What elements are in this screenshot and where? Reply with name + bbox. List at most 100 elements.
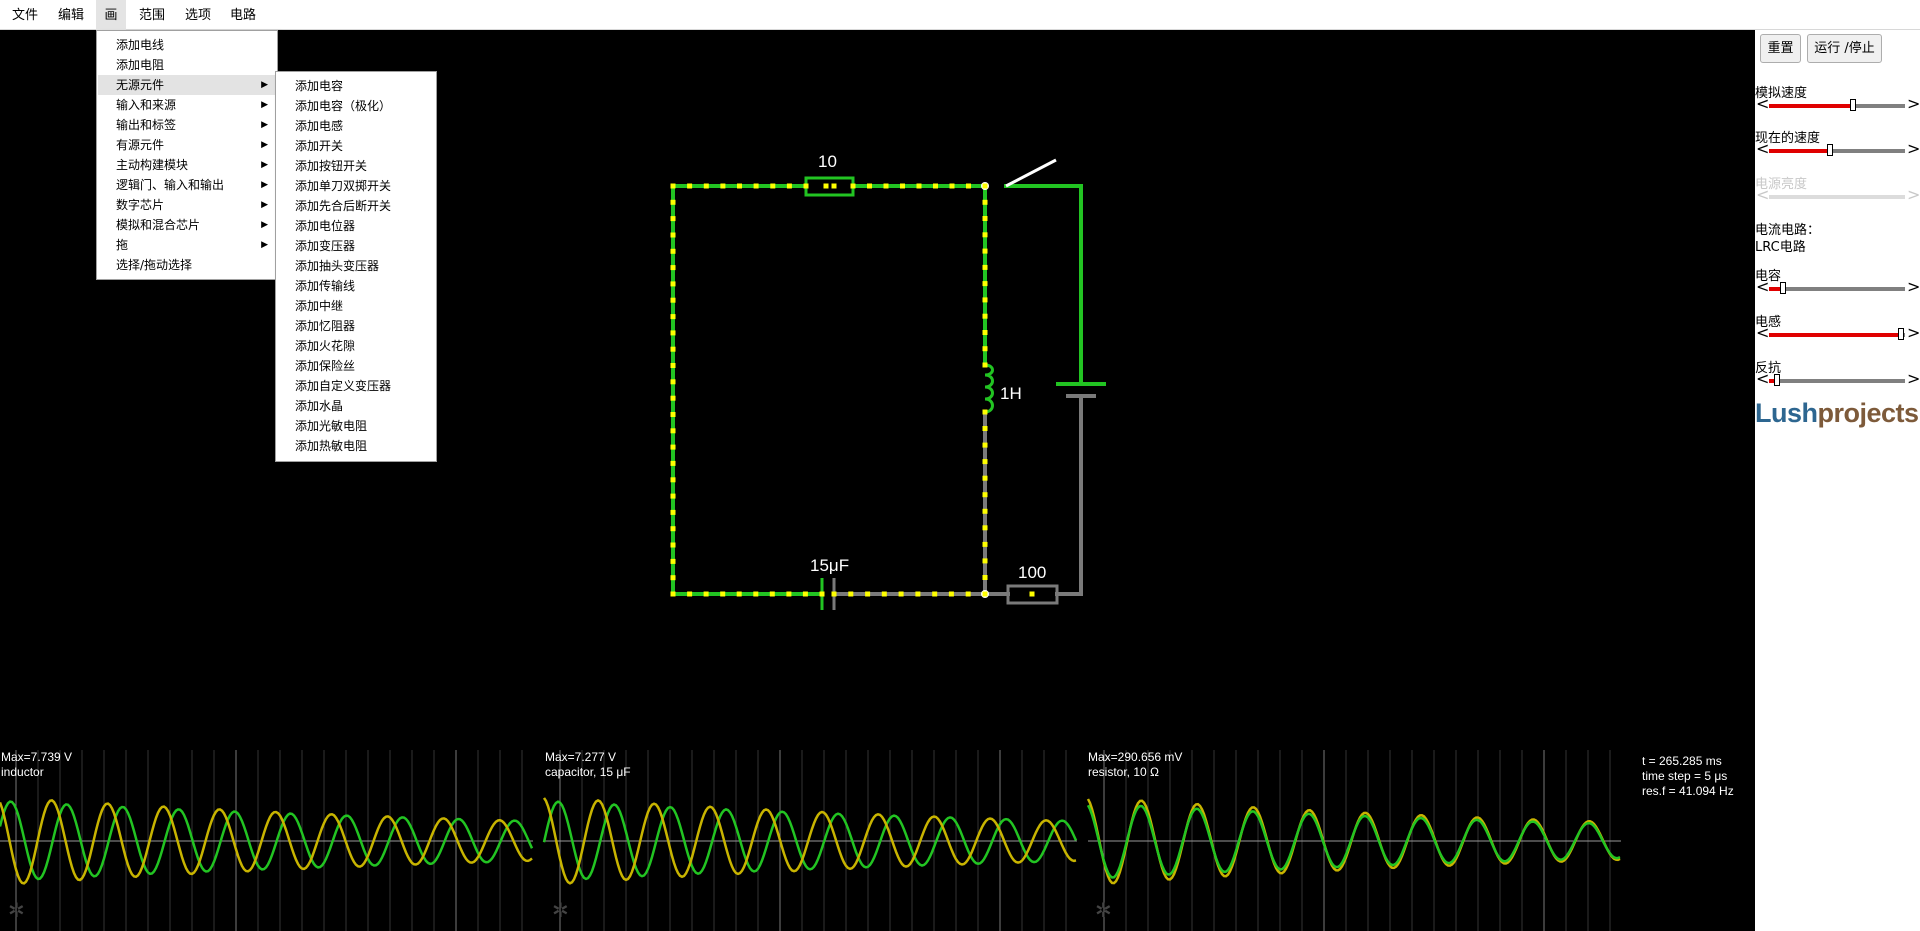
menu-draw[interactable]: 画 bbox=[96, 0, 126, 30]
passive-menu-item[interactable]: 添加忆阻器 bbox=[277, 316, 435, 336]
draw-menu-item[interactable]: 数字芯片 ▶ bbox=[98, 195, 276, 215]
scope-3-name: resistor, 10 Ω bbox=[1088, 765, 1159, 779]
slider-right-arrow-icon[interactable]: > bbox=[1907, 370, 1920, 388]
draw-menu-item-label: 输入和来源 bbox=[116, 98, 177, 112]
slider-left-arrow-icon[interactable]: < bbox=[1756, 140, 1769, 158]
passive-menu-item[interactable]: 添加自定义变压器 bbox=[277, 376, 435, 396]
scope-2-gear-icon[interactable]: ✲ bbox=[552, 900, 569, 920]
current-dot bbox=[982, 362, 988, 368]
current-dot bbox=[687, 183, 693, 189]
passive-menu-item[interactable]: 添加开关 bbox=[277, 136, 435, 156]
passive-menu-item[interactable]: 添加先合后断开关 bbox=[277, 196, 435, 216]
current-dot bbox=[753, 591, 759, 597]
menu-edit[interactable]: 编辑 bbox=[52, 0, 90, 30]
inductance-slider[interactable]: < > bbox=[1755, 324, 1920, 343]
current-dot bbox=[982, 492, 988, 498]
draw-menu-item[interactable]: 逻辑门、输入和输出 ▶ bbox=[98, 175, 276, 195]
slider-thumb[interactable] bbox=[1850, 99, 1856, 111]
slider-track bbox=[1769, 379, 1905, 383]
slider-left-arrow-icon[interactable]: < bbox=[1756, 278, 1769, 296]
passive-menu-item[interactable]: 添加按钮开关 bbox=[277, 156, 435, 176]
menu-options[interactable]: 选项 bbox=[179, 0, 217, 30]
sim-speed-slider[interactable]: < > bbox=[1755, 95, 1920, 114]
passive-menu-item[interactable]: 添加抽头变压器 bbox=[277, 256, 435, 276]
inductor-coil[interactable] bbox=[984, 363, 994, 414]
passive-menu-item[interactable]: 添加变压器 bbox=[277, 236, 435, 256]
current-dot bbox=[865, 591, 871, 597]
draw-menu: 添加电线 添加电阻 无源元件 ▶ 输入和来源 ▶ 输出和标签 ▶ 有源元件 ▶ 主动构建模块 ▶ 逻辑门… bbox=[96, 30, 278, 280]
current-dot bbox=[670, 363, 676, 368]
draw-menu-item[interactable]: 拖 ▶ bbox=[98, 235, 276, 255]
draw-menu-item[interactable]: 模拟和混合芯片 ▶ bbox=[98, 215, 276, 235]
current-dot bbox=[1029, 591, 1035, 597]
draw-menu-item-label: 选择/拖动选择 bbox=[116, 258, 193, 272]
slider-thumb[interactable] bbox=[1780, 282, 1786, 294]
draw-menu-item-label: 输出和标签 bbox=[116, 118, 177, 132]
menu-file[interactable]: 文件 bbox=[6, 0, 44, 30]
passive-menu-item[interactable]: 添加单刀双掷开关 bbox=[277, 176, 435, 196]
current-dot bbox=[803, 183, 809, 189]
run-stop-button[interactable]: 运行 /停止 bbox=[1807, 34, 1882, 63]
slider-right-arrow-icon[interactable]: > bbox=[1907, 278, 1920, 296]
switch-blade[interactable] bbox=[1005, 158, 1057, 188]
capacitance-slider[interactable]: < > bbox=[1755, 278, 1920, 297]
passive-menu-item[interactable]: 添加热敏电阻 bbox=[277, 436, 435, 456]
passive-menu-item[interactable]: 添加传输线 bbox=[277, 276, 435, 296]
passive-menu-item[interactable]: 添加中继 bbox=[277, 296, 435, 316]
current-dot bbox=[670, 460, 676, 466]
submenu-arrow-icon: ▶ bbox=[261, 80, 268, 90]
current-dot bbox=[670, 395, 676, 401]
draw-menu-item[interactable]: 输入和来源 ▶ bbox=[98, 95, 276, 115]
passive-menu-item[interactable]: 添加保险丝 bbox=[277, 356, 435, 376]
slider-thumb[interactable] bbox=[1827, 144, 1833, 156]
slider-left-arrow-icon[interactable]: < bbox=[1756, 370, 1769, 388]
current-dot bbox=[982, 330, 988, 335]
draw-menu-item[interactable]: 选择/拖动选择 bbox=[98, 255, 276, 275]
current-dot bbox=[982, 475, 988, 481]
slider-thumb[interactable] bbox=[1898, 328, 1904, 340]
passive-menu-item[interactable]: 添加光敏电阻 bbox=[277, 416, 435, 436]
slider-left-arrow-icon[interactable]: < bbox=[1756, 95, 1769, 113]
scope-res-freq: res.f = 41.094 Hz bbox=[1642, 784, 1734, 798]
current-dot bbox=[831, 591, 837, 597]
current-dot bbox=[670, 509, 676, 515]
current-dot bbox=[670, 265, 676, 271]
menu-circuits[interactable]: 电路 bbox=[224, 0, 262, 30]
menu-scopes[interactable]: 范围 bbox=[133, 0, 171, 30]
slider-right-arrow-icon[interactable]: > bbox=[1907, 95, 1920, 113]
slider-right-arrow-icon[interactable]: > bbox=[1907, 140, 1920, 158]
slider-thumb[interactable] bbox=[1774, 374, 1780, 386]
draw-menu-item[interactable]: 添加电阻 bbox=[98, 55, 276, 75]
lushprojects-logo[interactable]: Lushprojects bbox=[1755, 398, 1919, 429]
scope-1-gear-icon[interactable]: ✲ bbox=[8, 900, 25, 920]
passive-menu-item[interactable]: 添加电容 bbox=[277, 76, 435, 96]
scope-3-gear-icon[interactable]: ✲ bbox=[1095, 900, 1112, 920]
logo-part-2: projects bbox=[1817, 398, 1920, 428]
passive-menu-item[interactable]: 添加电位器 bbox=[277, 216, 435, 236]
passive-menu-item[interactable]: 添加电感 bbox=[277, 116, 435, 136]
reset-button[interactable]: 重置 bbox=[1760, 34, 1801, 63]
slider-right-arrow-icon[interactable]: > bbox=[1907, 324, 1920, 342]
resistance-slider[interactable]: < > bbox=[1755, 370, 1920, 389]
draw-menu-item[interactable]: 无源元件 ▶ bbox=[98, 75, 276, 95]
passive-menu-item[interactable]: 添加电容（极化） bbox=[277, 96, 435, 116]
slider-left-arrow-icon[interactable]: < bbox=[1756, 324, 1769, 342]
current-dot bbox=[982, 541, 988, 547]
current-dot bbox=[982, 575, 988, 580]
submenu-arrow-icon: ▶ bbox=[261, 120, 268, 130]
scope-1-text: Max=7.739 V inductor bbox=[1, 750, 72, 780]
draw-menu-item[interactable]: 有源元件 ▶ bbox=[98, 135, 276, 155]
current-dot bbox=[670, 575, 676, 581]
draw-menu-item[interactable]: 输出和标签 ▶ bbox=[98, 115, 276, 135]
draw-menu-item[interactable]: 主动构建模块 ▶ bbox=[98, 155, 276, 175]
resistor-10[interactable] bbox=[804, 176, 855, 197]
passive-menu-item[interactable]: 添加水晶 bbox=[277, 396, 435, 416]
current-speed-slider[interactable]: < > bbox=[1755, 140, 1920, 159]
passive-menu-item[interactable]: 添加火花隙 bbox=[277, 336, 435, 356]
current-dot bbox=[737, 183, 742, 189]
submenu-arrow-icon: ▶ bbox=[261, 140, 268, 150]
draw-menu-item[interactable]: 添加电线 bbox=[98, 35, 276, 55]
slider-fill bbox=[1769, 104, 1853, 108]
slider-fill bbox=[1769, 333, 1901, 337]
current-dot bbox=[670, 428, 676, 434]
